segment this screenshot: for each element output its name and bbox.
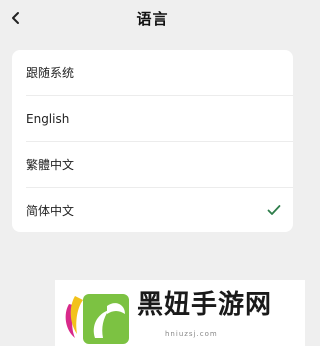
nav-bar: 语言 — [0, 0, 305, 38]
watermark-text: 黑妞手游网 — [137, 290, 273, 320]
language-option-label: 简体中文 — [26, 204, 75, 218]
check-icon — [267, 205, 281, 215]
language-option-simplified-chinese[interactable]: 简体中文 — [12, 188, 293, 232]
language-option-follow-system[interactable]: 跟随系统 — [12, 50, 293, 95]
language-option-label: English — [26, 111, 70, 126]
language-option-label: 跟随系统 — [26, 66, 75, 80]
watermark-subtext: hniuzsj.com — [165, 330, 218, 338]
page-title: 语言 — [136, 10, 169, 28]
language-list: 跟随系统 English 繁體中文 简体中文 — [12, 50, 293, 232]
language-option-label: 繁體中文 — [26, 158, 75, 172]
language-settings-screen: 语言 跟随系统 English 繁體中文 简体中文 黑妞手游网 hniuzsj.… — [0, 0, 305, 346]
watermark: 黑妞手游网 hniuzsj.com — [55, 280, 305, 346]
watermark-logo-icon — [65, 294, 129, 344]
language-option-traditional-chinese[interactable]: 繁體中文 — [12, 142, 293, 187]
language-option-english[interactable]: English — [12, 96, 293, 141]
